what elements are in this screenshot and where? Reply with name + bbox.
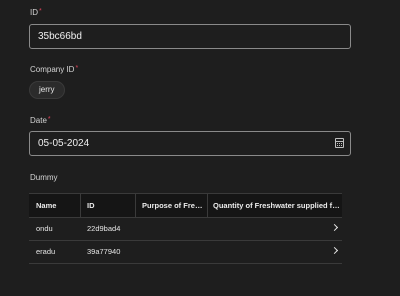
dummy-table: Name ID Purpose of Fresh… Quantity of Fr… (29, 193, 342, 264)
table-header: Name ID Purpose of Fresh… Quantity of Fr… (29, 193, 342, 218)
chevron-right-icon[interactable] (330, 223, 339, 232)
column-divider (135, 194, 136, 217)
id-field[interactable]: 35bc66bd (29, 24, 351, 49)
required-marker: * (47, 116, 51, 123)
cell-name: eradu (36, 247, 56, 256)
column-header-quantity[interactable]: Quantity of Freshwater supplied for … (213, 194, 341, 217)
date-label: Date* (30, 116, 51, 125)
company-id-label: Company ID* (30, 65, 79, 74)
table-row[interactable]: eradu 39a77940 (29, 241, 342, 264)
chevron-right-icon[interactable] (330, 246, 339, 255)
column-divider (80, 194, 81, 217)
date-field-value: 05-05-2024 (38, 138, 90, 149)
required-marker: * (39, 8, 42, 15)
column-header-purpose[interactable]: Purpose of Fresh… (142, 194, 205, 217)
column-header-name[interactable]: Name (36, 194, 81, 217)
cell-id: 22d9bad4 (87, 224, 121, 233)
column-header-id[interactable]: ID (87, 194, 132, 217)
calendar-icon[interactable] (335, 138, 344, 148)
cell-id: 39a77940 (87, 247, 121, 256)
dummy-label: Dummy (30, 173, 58, 182)
id-field-value: 35bc66bd (38, 31, 82, 42)
column-divider (207, 194, 208, 217)
required-marker: * (75, 65, 79, 72)
id-label: ID* (30, 8, 42, 17)
cell-name: ondu (36, 224, 53, 233)
company-id-chip[interactable]: jerry (29, 81, 65, 99)
date-field[interactable]: 05-05-2024 (29, 131, 351, 156)
table-row[interactable]: ondu 22d9bad4 (29, 218, 342, 241)
